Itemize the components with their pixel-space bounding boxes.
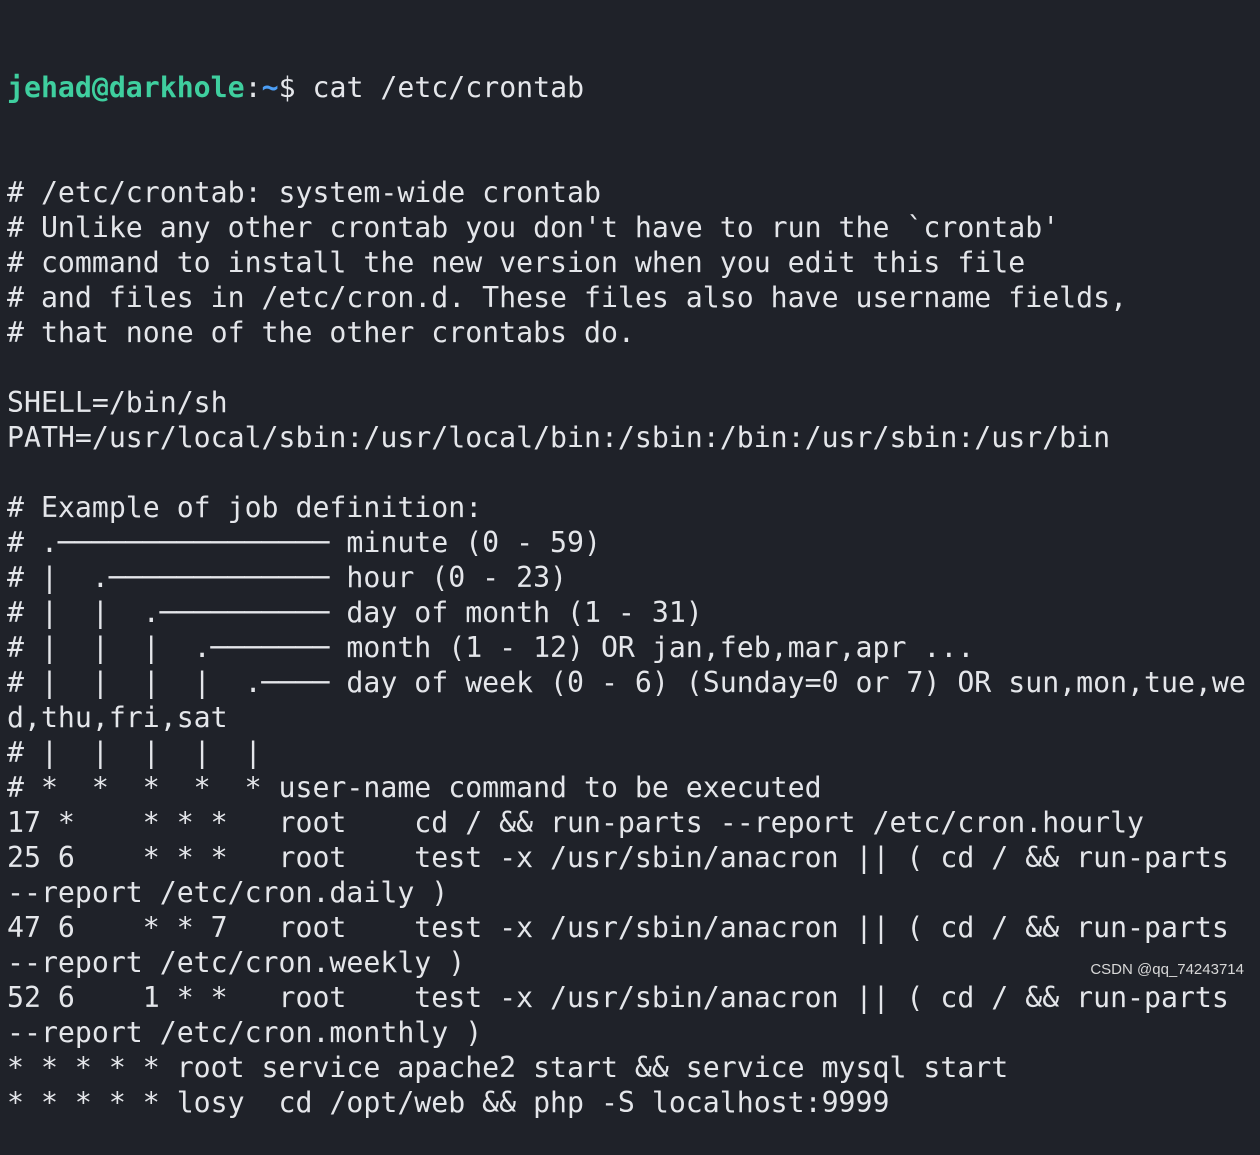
output-line: # | | | | .──── day of week (0 - 6) (Sun…	[7, 666, 1246, 699]
output-line: # | .───────────── hour (0 - 23)	[7, 561, 568, 594]
output-line: # | | .────────── day of month (1 - 31)	[7, 596, 703, 629]
output-line: # that none of the other crontabs do.	[7, 316, 635, 349]
output-line: # command to install the new version whe…	[7, 246, 1026, 279]
output-line: # and files in /etc/cron.d. These files …	[7, 281, 1128, 314]
command-output: # /etc/crontab: system-wide crontab # Unl…	[7, 175, 1246, 1120]
output-line: 52 6 1 * * root test -x /usr/sbin/anacro…	[7, 981, 1229, 1014]
prompt-colon: :	[244, 71, 262, 104]
output-line: d,thu,fri,sat	[7, 701, 228, 734]
watermark: CSDN @qq_74243714	[1090, 961, 1244, 978]
prompt-user-host: jehad@darkhole	[7, 71, 245, 104]
output-line: # .──────────────── minute (0 - 59)	[7, 526, 601, 559]
prompt-line: jehad@darkhole:~$ cat /etc/crontab	[7, 70, 1246, 105]
output-line: 47 6 * * 7 root test -x /usr/sbin/anacro…	[7, 911, 1229, 944]
output-line: 25 6 * * * root test -x /usr/sbin/anacro…	[7, 841, 1229, 874]
output-line: --report /etc/cron.weekly )	[7, 946, 466, 979]
output-line: * * * * * losy cd /opt/web && php -S loc…	[7, 1086, 890, 1119]
terminal-output[interactable]: jehad@darkhole:~$ cat /etc/crontab # /et…	[7, 0, 1246, 1155]
output-line: * * * * * root service apache2 start && …	[7, 1051, 1009, 1084]
prompt-path: ~	[261, 71, 279, 104]
prompt-symbol: $	[278, 71, 313, 104]
output-line: # /etc/crontab: system-wide crontab	[7, 176, 601, 209]
output-line: # | | | .─────── month (1 - 12) OR jan,f…	[7, 631, 975, 664]
prompt-command: cat /etc/crontab	[312, 71, 585, 104]
output-line: # * * * * * user-name command to be exec…	[7, 771, 822, 804]
output-line: 17 * * * * root cd / && run-parts --repo…	[7, 806, 1145, 839]
output-line: --report /etc/cron.monthly )	[7, 1016, 483, 1049]
output-line: SHELL=/bin/sh	[7, 386, 228, 419]
output-line: # Example of job definition:	[7, 491, 483, 524]
output-line: # | | | | |	[7, 736, 262, 769]
output-line: PATH=/usr/local/sbin:/usr/local/bin:/sbi…	[7, 421, 1111, 454]
output-line: # Unlike any other crontab you don't hav…	[7, 211, 1060, 244]
output-line: --report /etc/cron.daily )	[7, 876, 449, 909]
